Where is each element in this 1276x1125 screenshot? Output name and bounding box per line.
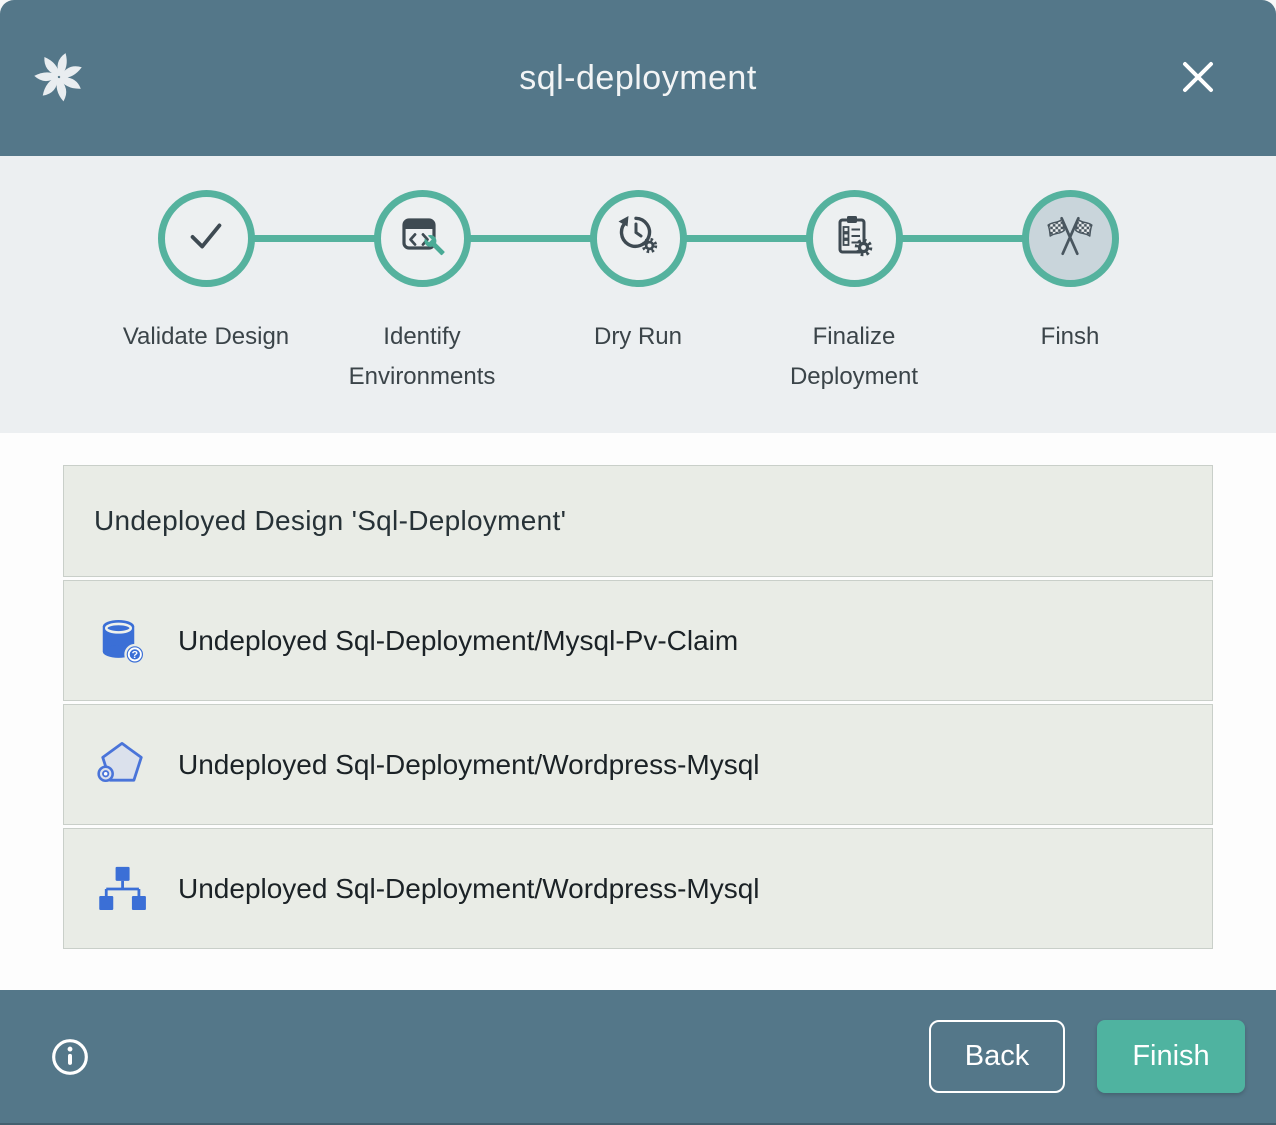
results-panel: Undeployed Design 'Sql-Deployment' ? Und… — [63, 465, 1213, 949]
step-dry-run: Dry Run — [530, 190, 746, 397]
close-icon — [1178, 57, 1218, 100]
step-circle — [374, 190, 471, 287]
step-label: Finalize Deployment — [746, 317, 962, 397]
result-row-mysql-pv-claim: ? Undeployed Sql-Deployment/Mysql-Pv-Cla… — [63, 580, 1213, 701]
step-validate-design: Validate Design — [98, 190, 314, 397]
result-text: Undeployed Design 'Sql-Deployment' — [94, 505, 566, 537]
rerun-settings-icon — [614, 212, 662, 265]
pod-icon — [94, 737, 150, 793]
svg-text:?: ? — [132, 649, 138, 661]
info-icon — [50, 1065, 90, 1080]
step-circle — [806, 190, 903, 287]
hierarchy-icon — [94, 861, 150, 917]
result-row-wordpress-mysql-tree: Undeployed Sql-Deployment/Wordpress-Mysq… — [63, 828, 1213, 949]
database-icon: ? — [94, 613, 150, 669]
step-circle — [590, 190, 687, 287]
deployment-wizard-dialog: sql-deployment Validate Desi — [0, 0, 1276, 1125]
step-label: Finsh — [1041, 317, 1100, 357]
step-finalize-deployment: Finalize Deployment — [746, 190, 962, 397]
result-text: Undeployed Sql-Deployment/Wordpress-Mysq… — [178, 749, 760, 781]
step-identify-environments: Identify Environments — [314, 190, 530, 397]
checkered-flags-icon — [1045, 211, 1095, 266]
step-finish: Finsh — [962, 190, 1178, 397]
result-text: Undeployed Sql-Deployment/Mysql-Pv-Claim — [178, 625, 738, 657]
code-window-wrench-icon — [398, 212, 446, 265]
pinwheel-logo — [33, 51, 85, 103]
info-button[interactable] — [50, 1037, 90, 1077]
title-bar: sql-deployment — [0, 0, 1276, 156]
back-button[interactable]: Back — [929, 1020, 1065, 1093]
step-circle — [1022, 190, 1119, 287]
check-icon — [183, 213, 229, 264]
result-row-wordpress-mysql-pod: Undeployed Sql-Deployment/Wordpress-Mysq… — [63, 704, 1213, 825]
close-button[interactable] — [1176, 56, 1220, 100]
finish-button[interactable]: Finish — [1097, 1020, 1245, 1093]
step-label: Identify Environments — [314, 317, 530, 397]
wizard-stepper: Validate Design Ide — [0, 156, 1276, 433]
step-circle — [158, 190, 255, 287]
step-label: Dry Run — [594, 317, 682, 357]
clipboard-settings-icon — [830, 212, 878, 265]
results-area: Undeployed Design 'Sql-Deployment' ? Und… — [0, 433, 1276, 990]
footer-bar: Back Finish — [0, 990, 1276, 1125]
result-text: Undeployed Sql-Deployment/Wordpress-Mysq… — [178, 873, 760, 905]
result-row-design: Undeployed Design 'Sql-Deployment' — [63, 465, 1213, 577]
page-title: sql-deployment — [519, 59, 757, 98]
step-label: Validate Design — [123, 317, 289, 357]
